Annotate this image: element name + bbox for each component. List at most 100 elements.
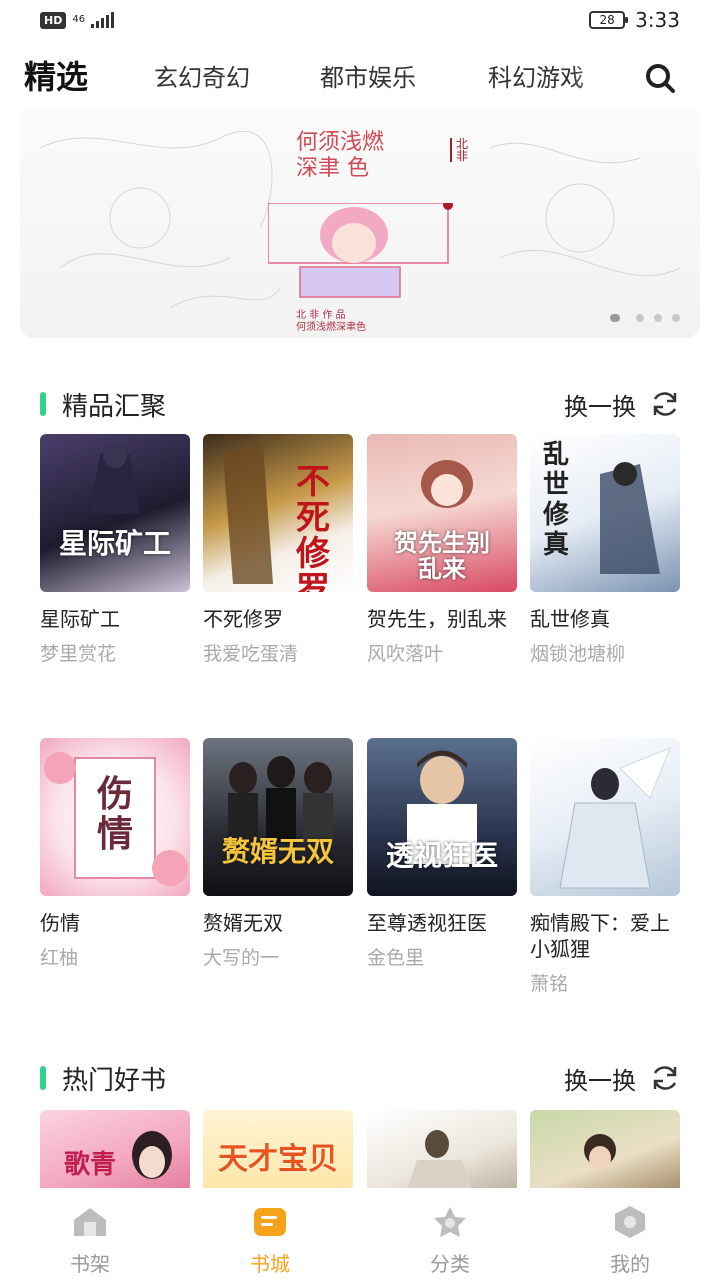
nav-profile[interactable]: 我的	[540, 1188, 720, 1280]
book-card[interactable]: 贺先生别乱来 贺先生，别乱来 风吹落叶	[367, 434, 517, 666]
book-card[interactable]: 乱世修真 乱世修真 烟锁池塘柳	[530, 434, 680, 666]
tab-featured[interactable]: 精选	[24, 52, 88, 98]
carousel-dot[interactable]	[636, 314, 644, 322]
book-title: 伤情	[40, 911, 80, 935]
book-title: 贺先生，别乱来	[367, 607, 507, 631]
book-card[interactable]: 歌青	[40, 1110, 190, 1190]
book-cover[interactable]: 天才宝贝	[203, 1110, 353, 1190]
banner-logo: 北非	[450, 138, 468, 162]
section-title: 热门好书	[40, 1060, 166, 1097]
search-button[interactable]	[640, 58, 680, 98]
cover-art	[228, 756, 333, 843]
nav-bookshelf[interactable]: 书架	[0, 1188, 180, 1280]
star-icon	[434, 1207, 466, 1237]
book-title: 赘婿无双	[203, 911, 283, 935]
book-cover[interactable]	[530, 738, 680, 896]
status-left: HD 46	[40, 11, 115, 29]
section-header-hot: 热门好书 换一换	[40, 1058, 680, 1098]
nav-label: 书城	[250, 1252, 290, 1276]
banner-caption: 北 非 作 品 何须浅燃深聿色	[296, 310, 366, 334]
book-card[interactable]: 痴情殿下：爱上小狐狸 萧铭	[530, 738, 680, 996]
banner-illustration	[268, 203, 453, 298]
cover-title: 乱世修真	[542, 440, 569, 560]
book-card[interactable]: 星际矿工 星际矿工 梦里赏花	[40, 434, 190, 666]
carousel-dot[interactable]	[672, 314, 680, 322]
section-accent-bar	[40, 1066, 46, 1090]
book-store-icon	[254, 1208, 286, 1236]
cover-title: 透视狂医	[385, 839, 498, 872]
nav-label: 我的	[610, 1252, 650, 1276]
section-accent-bar	[40, 392, 46, 416]
book-card[interactable]	[367, 1110, 517, 1190]
cover-title: 歌青	[63, 1150, 116, 1180]
section-title-text: 热门好书	[62, 1065, 167, 1096]
book-title: 星际矿工	[40, 607, 120, 631]
tab-fade	[570, 48, 630, 104]
cover-art	[407, 1130, 472, 1190]
hd-badge: HD	[40, 11, 67, 29]
book-cover[interactable]: 星际矿工	[40, 434, 190, 592]
nav-bookstore[interactable]: 书城	[180, 1188, 360, 1280]
book-cover[interactable]	[530, 1110, 680, 1190]
clock: 3:33	[635, 8, 680, 32]
book-title: 至尊透视狂医	[367, 911, 487, 935]
book-cover[interactable]: 歌青	[40, 1110, 190, 1190]
banner-caption-line2: 何须浅燃深聿色	[296, 322, 366, 333]
book-author: 红柚	[40, 947, 79, 969]
book-card[interactable]	[530, 1110, 680, 1190]
book-author: 梦里赏花	[40, 643, 117, 665]
house-icon	[74, 1208, 106, 1236]
carousel-dot[interactable]	[654, 314, 662, 322]
carousel-dot-active[interactable]	[610, 314, 620, 322]
refresh-button[interactable]: 换一换	[564, 1061, 680, 1096]
book-cover[interactable]: 乱世修真	[530, 434, 680, 592]
cover-art	[90, 444, 140, 514]
book-title: 不死修罗	[203, 607, 283, 631]
network-type: 46	[72, 14, 86, 25]
book-card[interactable]: 透视狂医 至尊透视狂医 金色里	[367, 738, 517, 970]
signal-icon	[91, 12, 115, 28]
status-right: 28 3:33	[589, 8, 680, 32]
section-title: 精品汇聚	[40, 386, 166, 423]
tab-urban[interactable]: 都市娱乐	[320, 58, 416, 93]
search-icon	[646, 64, 675, 93]
book-title: 乱世修真	[530, 607, 610, 631]
category-tabs: 精选 玄幻奇幻 都市娱乐 科幻游戏	[0, 48, 720, 104]
cover-title: 不死修罗	[296, 462, 330, 592]
banner-carousel[interactable]: 何须浅燃 深聿 色 北非 北 非 作 品 何须浅燃深聿色	[20, 108, 700, 338]
book-cover[interactable]: 赘婿无双	[203, 738, 353, 896]
banner-title-line2: 深聿 色	[296, 156, 369, 181]
banner-title: 何须浅燃 深聿 色	[296, 130, 384, 182]
refresh-icon	[653, 392, 677, 416]
book-card[interactable]: 伤情 伤情 红柚	[40, 738, 190, 970]
book-cover[interactable]: 伤情	[40, 738, 190, 896]
book-title: 痴情殿下：爱上小狐狸	[530, 911, 670, 961]
book-cover[interactable]: 不死修罗	[203, 434, 353, 592]
nav-label: 分类	[430, 1252, 470, 1276]
book-cover[interactable]: 透视狂医	[367, 738, 517, 896]
nav-category[interactable]: 分类	[360, 1188, 540, 1280]
book-author: 萧铭	[530, 973, 569, 995]
book-card[interactable]: 赘婿无双 赘婿无双 大写的一	[203, 738, 353, 970]
refresh-label: 换一换	[564, 392, 636, 421]
profile-hexagon-icon	[615, 1206, 645, 1238]
book-author: 金色里	[367, 947, 425, 969]
section-header-premium: 精品汇聚 换一换	[40, 384, 680, 424]
cover-title: 贺先生别乱来	[394, 528, 490, 583]
book-author: 烟锁池塘柳	[530, 643, 626, 665]
refresh-icon	[653, 1066, 677, 1090]
refresh-button[interactable]: 换一换	[564, 387, 680, 422]
refresh-label: 换一换	[564, 1066, 636, 1095]
battery-icon: 28	[589, 11, 629, 29]
book-cover[interactable]: 贺先生别乱来	[367, 434, 517, 592]
book-cover[interactable]	[367, 1110, 517, 1190]
cover-title: 星际矿工	[58, 527, 171, 560]
nav-label: 书架	[70, 1252, 110, 1276]
book-card[interactable]: 不死修罗 不死修罗 我爱吃蛋清	[203, 434, 353, 666]
carousel-indicator	[610, 314, 680, 322]
banner-caption-line1: 北 非 作 品	[296, 310, 346, 321]
book-author: 我爱吃蛋清	[203, 643, 299, 665]
battery-level: 28	[599, 13, 615, 27]
book-card[interactable]: 天才宝贝	[203, 1110, 353, 1190]
tab-fantasy[interactable]: 玄幻奇幻	[154, 58, 250, 93]
